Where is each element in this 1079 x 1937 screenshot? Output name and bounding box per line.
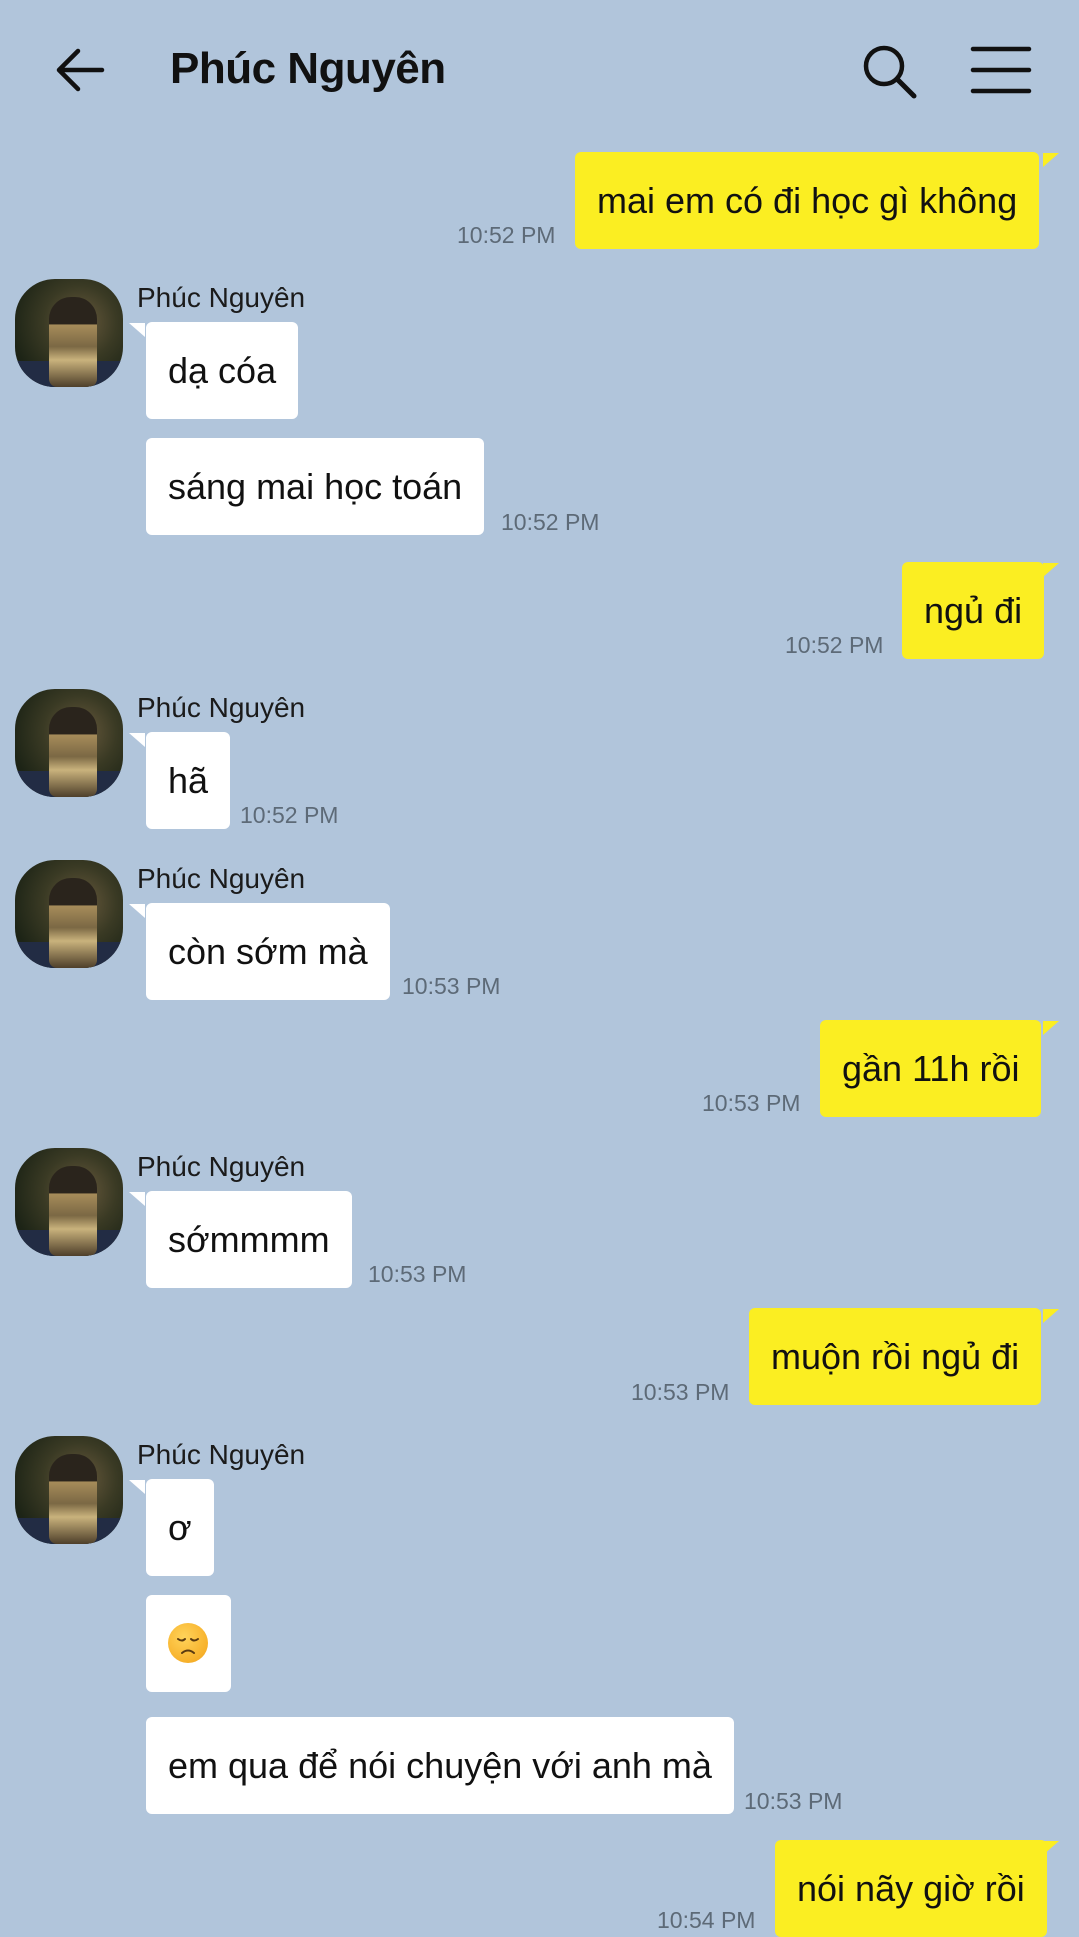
sender-name: Phúc Nguyên — [137, 692, 306, 723]
message-bubble-outgoing[interactable]: mai em có đi học gì không — [575, 152, 1040, 249]
message-timestamp: 10:52 PM — [240, 802, 339, 828]
message-timestamp: 10:52 PM — [785, 632, 884, 658]
message-timestamp: 10:53 PM — [702, 1090, 801, 1116]
message-bubble-incoming[interactable]: còn sớm mà — [146, 903, 390, 1000]
message-bubble-outgoing[interactable]: gần 11h rồi — [820, 1020, 1042, 1117]
message-timestamp: 10:52 PM — [457, 222, 556, 248]
disappointed-face-emoji — [168, 1623, 208, 1664]
message-text: hã — [168, 760, 209, 801]
message-bubble-incoming[interactable] — [146, 1595, 231, 1692]
message-text: ngủ đi — [924, 590, 1023, 631]
bubble-tail — [129, 323, 145, 337]
message-text: ơ — [168, 1507, 192, 1548]
bubble-tail — [1043, 1309, 1059, 1323]
message-text: gần 11h rồi — [842, 1048, 1020, 1089]
message-text: em qua để nói chuyện với anh mà — [168, 1745, 712, 1786]
avatar[interactable] — [15, 860, 123, 968]
sender-name: Phúc Nguyên — [137, 863, 306, 894]
message-text: nói nãy giờ rồi — [797, 1868, 1025, 1909]
message-timestamp: 10:53 PM — [631, 1379, 730, 1405]
message-text: sáng mai học toán — [168, 466, 463, 507]
message-timestamp: 10:54 PM — [657, 1907, 756, 1933]
bubble-tail — [129, 904, 145, 918]
message-bubble-incoming[interactable]: em qua để nói chuyện với anh mà — [146, 1717, 734, 1814]
bubble-tail — [129, 1480, 145, 1494]
message-bubble-incoming[interactable]: ơ — [146, 1479, 214, 1576]
sender-name: Phúc Nguyên — [137, 1439, 306, 1470]
message-text: muộn rồi ngủ đi — [771, 1336, 1020, 1377]
message-timestamp: 10:52 PM — [501, 509, 600, 535]
sender-name: Phúc Nguyên — [137, 282, 306, 313]
message-timestamp: 10:53 PM — [402, 973, 501, 999]
message-bubble-incoming[interactable]: sớmmmm — [146, 1191, 352, 1288]
message-bubble-incoming[interactable]: dạ cóa — [146, 322, 299, 419]
avatar[interactable] — [15, 689, 123, 797]
sender-name: Phúc Nguyên — [137, 1151, 306, 1182]
avatar[interactable] — [15, 1436, 123, 1544]
message-list[interactable]: mai em có đi học gì không 10:52 PM Phúc … — [0, 0, 1079, 1937]
bubble-tail — [1043, 1841, 1059, 1855]
message-bubble-incoming[interactable]: hã — [146, 732, 231, 829]
bubble-tail — [129, 1192, 145, 1206]
message-bubble-outgoing[interactable]: muộn rồi ngủ đi — [749, 1308, 1042, 1405]
message-text: mai em có đi học gì không — [597, 180, 1018, 221]
message-bubble-outgoing[interactable]: nói nãy giờ rồi — [775, 1840, 1047, 1937]
message-bubble-incoming[interactable]: sáng mai học toán — [146, 438, 485, 535]
bubble-tail — [129, 733, 145, 747]
message-bubble-outgoing[interactable]: ngủ đi — [902, 562, 1045, 659]
message-text: còn sớm mà — [168, 931, 368, 972]
message-timestamp: 10:53 PM — [368, 1261, 467, 1287]
message-text: sớmmmm — [168, 1219, 330, 1260]
bubble-tail — [1043, 153, 1059, 167]
message-text: dạ cóa — [168, 350, 277, 391]
bubble-tail — [1043, 1021, 1059, 1035]
message-timestamp: 10:53 PM — [744, 1788, 843, 1814]
avatar[interactable] — [15, 1148, 123, 1256]
avatar[interactable] — [15, 279, 123, 387]
bubble-tail — [1043, 563, 1059, 577]
